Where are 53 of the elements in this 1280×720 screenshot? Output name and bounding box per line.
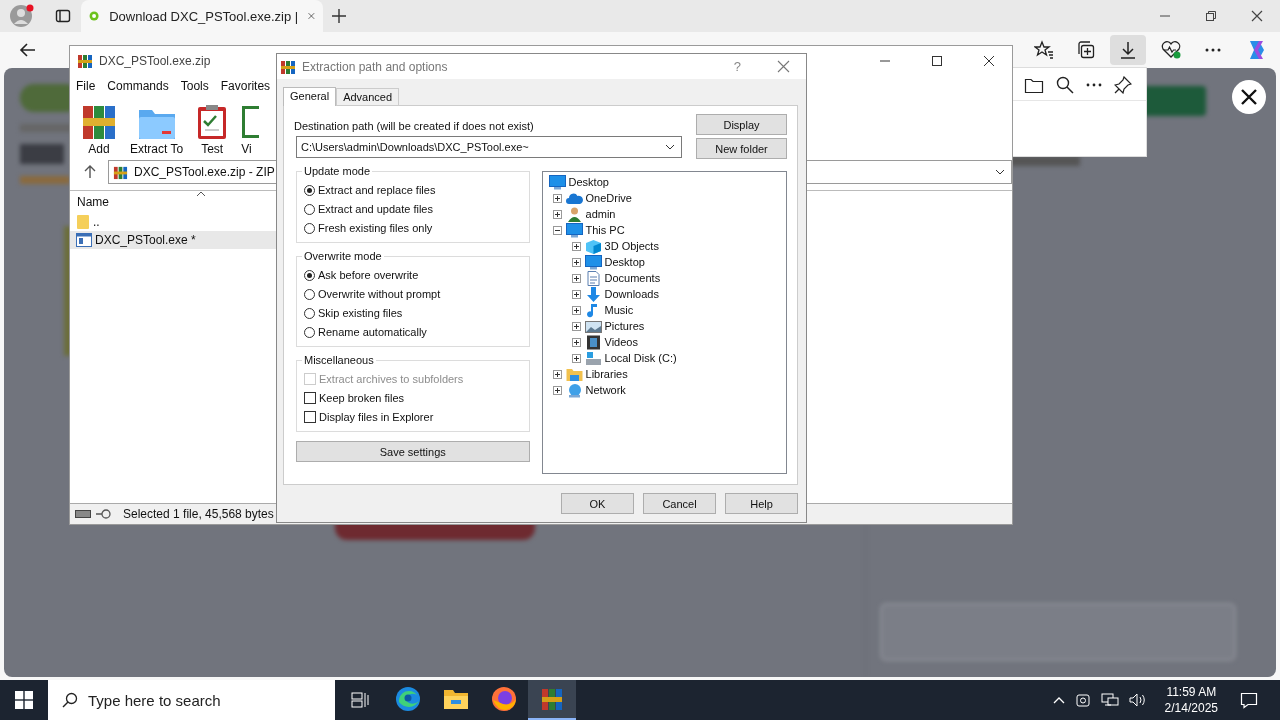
- field-label: Destination path (will be created if does not exist): [294, 120, 535, 132]
- help-button[interactable]: Help: [725, 493, 798, 514]
- tree-item[interactable]: Libraries: [565, 366, 628, 382]
- tree-item[interactable]: Local Disk (C:): [584, 350, 677, 366]
- tab[interactable]: Advanced: [336, 88, 400, 105]
- tree-item[interactable]: Videos: [584, 334, 638, 350]
- toolbar-button[interactable]: Vi: [241, 104, 260, 156]
- checkbox-option[interactable]: Keep broken files: [304, 390, 523, 406]
- group-title: Overwrite mode: [302, 250, 384, 262]
- clock-date[interactable]: 2/14/2025: [1164, 700, 1218, 716]
- clock-time[interactable]: 11:59 AM: [1166, 684, 1217, 700]
- new-folder-button[interactable]: New folder: [696, 138, 787, 159]
- toolbar-button[interactable]: Extract To: [130, 106, 184, 156]
- tree-item[interactable]: admin: [565, 206, 616, 222]
- help-button[interactable]: ?: [733, 59, 741, 74]
- tree-item[interactable]: Desktop: [584, 254, 645, 270]
- radio-option[interactable]: Extract and update files: [304, 201, 523, 217]
- group-title: Update mode: [302, 165, 373, 177]
- cancel-button[interactable]: Cancel: [643, 493, 716, 514]
- group-title: Miscellaneous: [302, 354, 376, 366]
- radio-option[interactable]: Ask before overwrite: [304, 267, 523, 283]
- destination-path-field[interactable]: C:\Users\admin\Downloads\DXC_PSTool.exe~: [296, 136, 682, 158]
- tree-item[interactable]: This PC: [565, 222, 625, 238]
- radio-option[interactable]: Extract and replace files: [304, 182, 523, 198]
- save-settings-button[interactable]: Save settings: [296, 441, 530, 462]
- search-field[interactable]: Type here to search: [48, 680, 335, 720]
- menu-item[interactable]: Favorites: [220, 79, 271, 93]
- column-header[interactable]: Name: [77, 195, 109, 209]
- tree-item[interactable]: OneDrive: [565, 190, 632, 206]
- tree-item[interactable]: Documents: [584, 270, 661, 286]
- status-text: Selected 1 file, 45,568 bytes: [123, 507, 274, 521]
- browser-tab[interactable]: Download DXC_PSTool.exe.zip |: [81, 0, 323, 32]
- menu-item[interactable]: File: [76, 79, 96, 93]
- menu-item[interactable]: Commands: [107, 79, 169, 93]
- window-title: DXC_PSTool.exe.zip: [99, 54, 211, 68]
- toolbar-button[interactable]: Test: [197, 104, 228, 156]
- tree-item[interactable]: Network: [565, 382, 626, 398]
- menu-item[interactable]: Tools: [180, 79, 209, 93]
- toolbar-button[interactable]: Add: [82, 104, 116, 156]
- display-button[interactable]: Display: [696, 114, 787, 135]
- radio-option[interactable]: Rename automatically: [304, 324, 523, 340]
- radio-option[interactable]: Skip existing files: [304, 305, 523, 321]
- ok-button[interactable]: OK: [561, 493, 634, 514]
- checkbox-option[interactable]: Display files in Explorer: [304, 409, 523, 425]
- tree-item[interactable]: Pictures: [584, 318, 645, 334]
- tree-item[interactable]: Music: [584, 302, 634, 318]
- tree-item[interactable]: Downloads: [584, 286, 659, 302]
- radio-option[interactable]: Fresh existing files only: [304, 220, 523, 236]
- tab[interactable]: General: [283, 87, 337, 106]
- dialog-title: Extraction path and options: [302, 59, 448, 74]
- tree-item[interactable]: Desktop: [548, 174, 609, 190]
- tree-item[interactable]: 3D Objects: [584, 238, 659, 254]
- radio-option[interactable]: Overwrite without prompt: [304, 286, 523, 302]
